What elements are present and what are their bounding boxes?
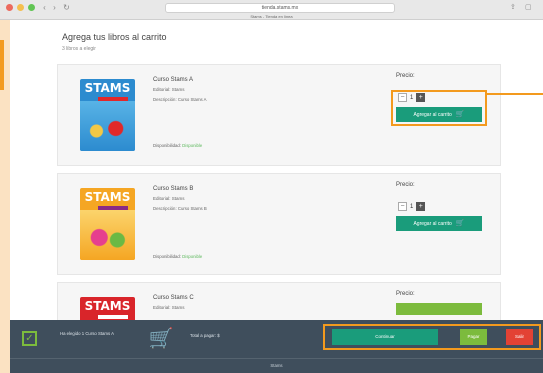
cover-illustration [80,101,135,151]
quantity-increase-button[interactable]: + [416,202,426,211]
page-subtitle: 3 libros a elegir [62,46,96,52]
checkmark-icon: ✓ [22,331,37,346]
continue-button[interactable]: Continuar [332,329,438,345]
book-title: Curso Stams C [153,295,194,301]
browser-chrome: ‹ › ↻ tienda.stams.mx ⇪ ▢ Stams - Tienda… [0,0,543,20]
exit-button[interactable]: Salir [506,329,533,345]
quantity-stepper: − 1 + [398,201,432,212]
availability-value: Disponible [182,254,203,259]
back-arrow-icon[interactable]: ‹ [40,3,49,12]
add-to-cart-label: Agregar al carrito [413,220,452,227]
minimize-window-button[interactable] [17,4,24,11]
book-title: Curso Stams A [153,77,194,83]
close-window-button[interactable] [6,4,13,11]
quantity-decrease-button[interactable]: − [398,202,407,211]
add-to-cart-button[interactable] [396,303,482,315]
price-label: Precio: [396,182,415,188]
reload-icon[interactable]: ↻ [62,3,71,12]
tabs-icon[interactable]: ▢ [525,3,532,11]
book-cover-b[interactable]: STAMS [80,188,135,260]
book-title: Curso Stams B [153,186,194,192]
cover-brand: STAMS [84,299,131,313]
book-publisher: Editorial: Stams [153,87,185,92]
tutorial-pointer-line [487,93,543,95]
cover-band [98,315,128,319]
price-label: Precio: [396,291,415,297]
total-text: Total a pagar: $ [190,333,220,338]
shopping-cart-icon[interactable]: 🛒 [148,326,174,352]
cart-icon: 🛒 [455,220,465,227]
add-to-cart-button[interactable]: Agregar al carrito 🛒 [396,216,482,231]
side-accent-tab[interactable] [0,40,4,90]
availability-label: Disponibilidad: [153,254,181,259]
footer-text: Stams [10,358,543,373]
maximize-window-button[interactable] [28,4,35,11]
cover-brand: STAMS [84,190,131,204]
book-availability: Disponibilidad: Disponible [153,143,202,148]
book-card-a: STAMS Curso Stams A Editorial: Stams Des… [57,64,543,166]
book-cover-a[interactable]: STAMS [80,79,135,151]
availability-label: Disponibilidad: [153,143,181,148]
book-card-b: STAMS Curso Stams B Editorial: Stams Des… [57,173,501,275]
book-availability: Disponibilidad: Disponible [153,254,202,259]
book-publisher: Editorial: Stams [153,196,185,201]
pay-button[interactable]: Pagar [460,329,487,345]
cover-brand: STAMS [84,81,131,95]
forward-arrow-icon[interactable]: › [50,3,59,12]
share-icon[interactable]: ⇪ [510,3,516,11]
availability-value: Disponible [182,143,203,148]
selected-items-text: Ha elegido 1 Curso Stams A [60,331,114,336]
page-title: Agrega tus libros al carrito [62,32,167,42]
address-bar[interactable]: tienda.stams.mx [165,3,395,13]
cart-summary-bar: ✓ Ha elegido 1 Curso Stams A 🛒 Total a p… [10,320,543,358]
book-description: Descripción: Curso Stams A [153,97,207,102]
price-label: Precio: [396,73,415,79]
quantity-value[interactable]: 1 [410,204,413,210]
cover-illustration [80,210,135,260]
window-controls [6,4,35,11]
tutorial-highlight-box [391,90,487,126]
book-publisher: Editorial: Stams [153,305,185,310]
book-description: Descripción: Curso Stams B [153,206,207,211]
